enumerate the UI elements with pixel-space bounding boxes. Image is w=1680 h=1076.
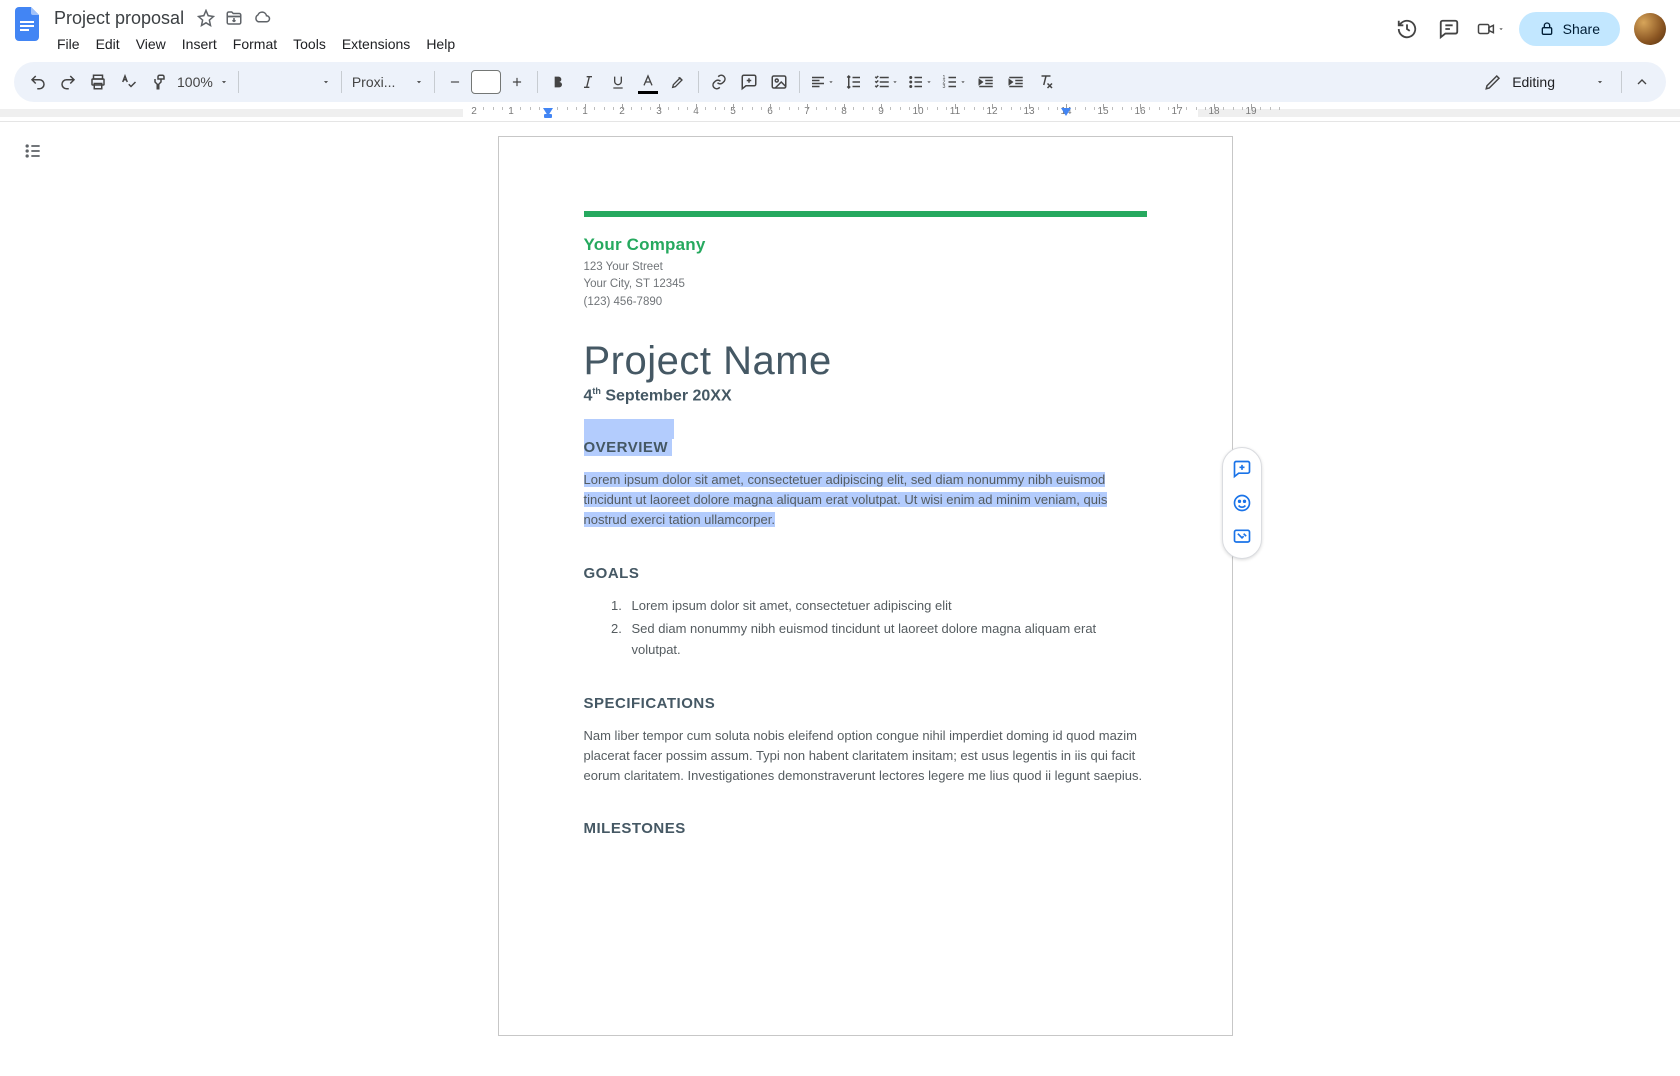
specifications-heading: SPECIFICATIONS	[584, 695, 1147, 712]
workspace: Your Company 123 Your Street Your City, …	[0, 122, 1680, 1076]
decrease-indent-button[interactable]	[972, 68, 1000, 96]
menu-file[interactable]: File	[50, 32, 87, 56]
spellcheck-button[interactable]	[114, 68, 142, 96]
company-name: Your Company	[584, 235, 1147, 255]
goals-list: Lorem ipsum dolor sit amet, consectetuer…	[584, 596, 1147, 661]
underline-button[interactable]	[604, 68, 632, 96]
document-title[interactable]: Project proposal	[50, 6, 188, 31]
insert-link-button[interactable]	[705, 68, 733, 96]
meet-icon[interactable]	[1477, 15, 1505, 43]
add-comment-pill-button[interactable]	[1227, 454, 1257, 484]
menu-bar: File Edit View Insert Format Tools Exten…	[50, 32, 462, 56]
bulleted-list-button[interactable]	[904, 68, 936, 96]
paint-format-button[interactable]	[144, 68, 172, 96]
history-icon[interactable]	[1393, 15, 1421, 43]
header-accent-bar	[584, 211, 1147, 217]
increase-indent-button[interactable]	[1002, 68, 1030, 96]
milestones-heading: MILESTONES	[584, 820, 1147, 837]
specifications-paragraph: Nam liber tempor cum soluta nobis eleife…	[584, 726, 1147, 786]
mode-select[interactable]: Editing	[1474, 67, 1615, 97]
mode-label: Editing	[1512, 74, 1555, 90]
zoom-value: 100%	[177, 74, 213, 90]
menu-format[interactable]: Format	[226, 32, 284, 56]
add-comment-button[interactable]	[735, 68, 763, 96]
highlight-button[interactable]	[664, 68, 692, 96]
font-select[interactable]: Proxi...	[348, 68, 428, 96]
overview-paragraph: Lorem ipsum dolor sit amet, consectetuer…	[584, 470, 1147, 530]
list-item: Lorem ipsum dolor sit amet, consectetuer…	[626, 596, 1147, 617]
numbered-list-button[interactable]: 123	[938, 68, 970, 96]
decrease-font-button[interactable]	[441, 68, 469, 96]
menu-help[interactable]: Help	[419, 32, 462, 56]
suggest-edits-pill-button[interactable]	[1227, 522, 1257, 552]
document-page[interactable]: Your Company 123 Your Street Your City, …	[498, 136, 1233, 1036]
docs-logo[interactable]	[14, 6, 42, 42]
collapse-toolbar-button[interactable]	[1628, 68, 1656, 96]
toolbar: 100% Proxi... 123 Editing	[14, 62, 1666, 102]
svg-text:3: 3	[942, 84, 945, 90]
menu-tools[interactable]: Tools	[286, 32, 333, 56]
cloud-status-icon[interactable]	[252, 8, 272, 28]
list-item: Sed diam nonummy nibh euismod tincidunt …	[626, 619, 1147, 661]
font-value: Proxi...	[352, 74, 396, 90]
share-button[interactable]: Share	[1519, 12, 1620, 46]
goals-heading: GOALS	[584, 565, 1147, 582]
menu-edit[interactable]: Edit	[89, 32, 127, 56]
line-spacing-button[interactable]	[840, 68, 868, 96]
comments-icon[interactable]	[1435, 15, 1463, 43]
header-right: Share	[1393, 6, 1666, 46]
menu-insert[interactable]: Insert	[175, 32, 224, 56]
show-outline-button[interactable]	[18, 136, 48, 166]
company-address: 123 Your Street Your City, ST 12345 (123…	[584, 259, 1147, 311]
move-icon[interactable]	[224, 8, 244, 28]
font-size-input[interactable]	[471, 70, 501, 94]
app-header: Project proposal File Edit View Insert F…	[0, 0, 1680, 56]
project-date: 4th September 20XX	[584, 386, 1147, 405]
star-icon[interactable]	[196, 8, 216, 28]
selection-blank-line	[584, 419, 674, 439]
align-button[interactable]	[806, 68, 838, 96]
project-title: Project Name	[584, 339, 1147, 384]
checklist-button[interactable]	[870, 68, 902, 96]
menu-view[interactable]: View	[129, 32, 173, 56]
text-color-button[interactable]	[634, 68, 662, 96]
bold-button[interactable]	[544, 68, 572, 96]
undo-button[interactable]	[24, 68, 52, 96]
title-column: Project proposal File Edit View Insert F…	[50, 6, 462, 56]
zoom-select[interactable]: 100%	[174, 68, 232, 96]
overview-heading: OVERVIEW	[584, 439, 1147, 456]
insert-image-button[interactable]	[765, 68, 793, 96]
clear-formatting-button[interactable]	[1032, 68, 1060, 96]
comment-pill	[1222, 447, 1262, 559]
add-emoji-pill-button[interactable]	[1227, 488, 1257, 518]
redo-button[interactable]	[54, 68, 82, 96]
horizontal-ruler[interactable]: 2112345678910111213141516171819	[0, 104, 1680, 122]
menu-extensions[interactable]: Extensions	[335, 32, 417, 56]
account-avatar[interactable]	[1634, 13, 1666, 45]
italic-button[interactable]	[574, 68, 602, 96]
paragraph-style-select[interactable]	[245, 68, 335, 96]
share-label: Share	[1563, 21, 1600, 37]
print-button[interactable]	[84, 68, 112, 96]
increase-font-button[interactable]	[503, 68, 531, 96]
